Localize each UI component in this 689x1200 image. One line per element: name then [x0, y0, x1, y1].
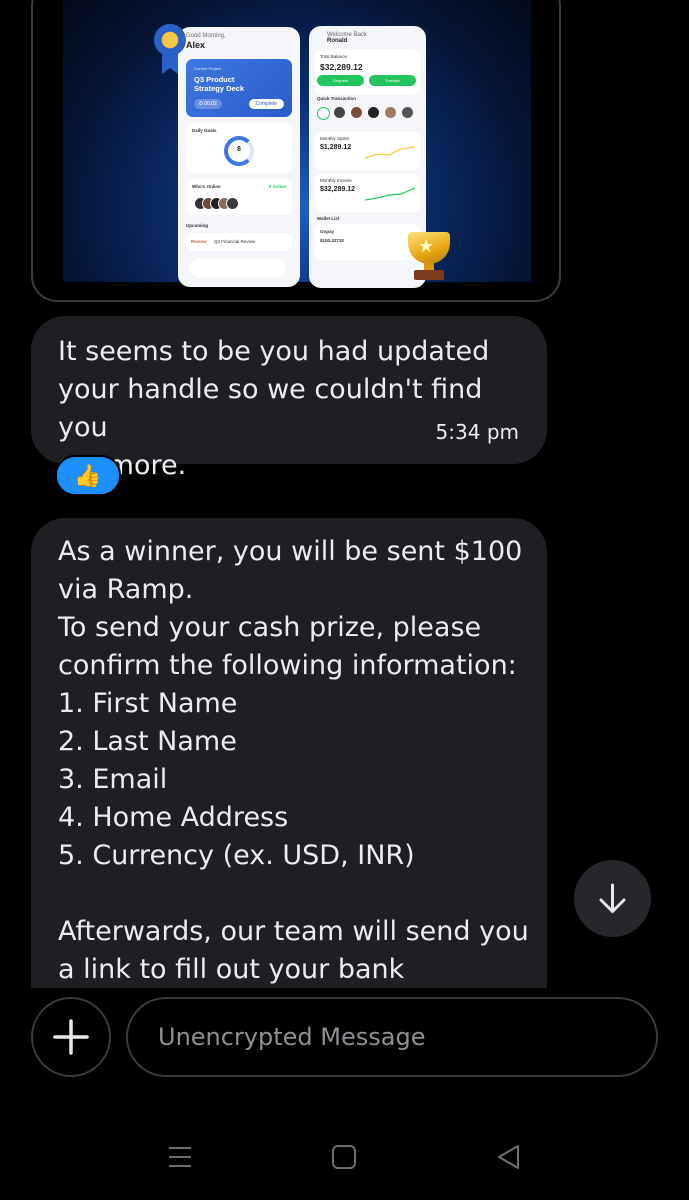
star-icon: ★	[418, 236, 435, 257]
spent-label: Monthly Spent	[320, 136, 349, 141]
wallet-name: Gopay	[320, 229, 335, 234]
message-bubble[interactable]: It seems to be you had updated your hand…	[31, 316, 547, 481]
message-line: anymore.	[58, 450, 187, 481]
message-line: a link to fill out your bank	[58, 954, 405, 985]
user-name: Alex	[186, 40, 206, 50]
monthly-spent-card: Monthly Spent $1,289.12	[315, 132, 420, 170]
spent-value: $1,289.12	[320, 144, 352, 151]
greeting-text: Good Morning,	[186, 33, 226, 39]
message-line: 1. First Name	[58, 688, 238, 719]
upcoming-title: Q3 Financial Review	[214, 239, 256, 244]
project-card: Current Project Q3 Product Strategy Deck…	[186, 59, 292, 117]
message-bubble[interactable]: As a winner, you will be sent $100 via R…	[31, 518, 547, 988]
recents-icon[interactable]	[167, 1144, 193, 1170]
message-text: It seems to be you had updated your hand…	[58, 333, 528, 485]
card-label: Current Project	[194, 66, 221, 71]
wallet-value: $100.32718	[320, 238, 344, 243]
tab-bar	[190, 259, 286, 277]
card-title: Q3 Product Strategy Deck	[194, 75, 245, 93]
balance-value: $32,289.12	[320, 62, 363, 72]
card-timer: ⏱ 00:02	[194, 99, 222, 109]
message-input[interactable]: Unencrypted Message	[126, 997, 658, 1077]
avatar	[402, 107, 413, 118]
message-line: 5. Currency (ex. USD, INR)	[58, 840, 415, 871]
message-line: via Ramp.	[58, 574, 194, 605]
attach-button[interactable]	[31, 997, 111, 1077]
upcoming-label: Upcoming	[186, 223, 208, 228]
image-attachment[interactable]: Good Morning, Alex Current Project Q3 Pr…	[31, 0, 561, 302]
scroll-to-bottom-button[interactable]	[574, 860, 651, 937]
online-count: 3 Active	[268, 184, 286, 189]
message-line: 4. Home Address	[58, 802, 289, 833]
thumbs-up-reaction[interactable]: 👍	[55, 455, 121, 496]
avatar	[226, 197, 239, 210]
whos-online-card: Who's Online 3 Active	[186, 179, 292, 215]
message-line: Afterwards, our team will send you	[58, 916, 529, 947]
plus-icon	[53, 1019, 89, 1055]
phone-mockup-left: Good Morning, Alex Current Project Q3 Pr…	[178, 27, 300, 287]
request-button: Request	[317, 75, 364, 86]
home-icon[interactable]	[331, 1144, 357, 1170]
income-value: $32,289.12	[320, 186, 356, 193]
arrow-down-icon	[599, 883, 626, 913]
avatar	[385, 107, 396, 118]
avatar	[334, 107, 345, 118]
daily-goals-label: Daily Goals	[192, 128, 217, 133]
upcoming-item: Review Q3 Financial Review	[186, 233, 292, 251]
balance-label: Total Balance	[320, 54, 348, 59]
wallet-card: Gopay $100.32718	[315, 224, 420, 260]
add-contact-icon	[317, 107, 330, 120]
monthly-income-card: Monthly Income $32,289.12	[315, 174, 420, 212]
message-line: confirm the following information:	[58, 650, 517, 681]
message-line: To send your cash prize, please	[58, 612, 482, 643]
message-line: As a winner, you will be sent $100	[58, 536, 523, 567]
back-icon[interactable]	[496, 1144, 522, 1170]
user-name: Ronald	[327, 38, 348, 44]
goals-value: 8	[237, 146, 241, 153]
avatar	[368, 107, 379, 118]
card-complete-button: Complete	[248, 99, 284, 109]
message-line: It seems to be you had updated	[58, 336, 490, 367]
spent-sparkline	[365, 146, 415, 159]
upcoming-tag: Review	[191, 239, 207, 244]
message-line: 2. Last Name	[58, 726, 237, 757]
whos-online-label: Who's Online	[192, 184, 221, 189]
message-timestamp: 5:34 pm	[435, 420, 519, 444]
quick-transaction-label: Quick Transaction	[317, 96, 357, 101]
promo-image: Good Morning, Alex Current Project Q3 Pr…	[63, 0, 531, 288]
message-line: 3. Email	[58, 764, 168, 795]
income-label: Monthly Income	[320, 178, 352, 183]
balance-card: Total Balance $32,289.12	[315, 50, 420, 94]
trophy-base	[414, 270, 444, 280]
wallet-list-label: Wallet List	[317, 216, 340, 221]
transfer-button: Transfer	[369, 75, 416, 86]
avatar	[351, 107, 362, 118]
income-sparkline	[365, 187, 415, 201]
daily-goals-card: Daily Goals 8	[186, 123, 292, 173]
